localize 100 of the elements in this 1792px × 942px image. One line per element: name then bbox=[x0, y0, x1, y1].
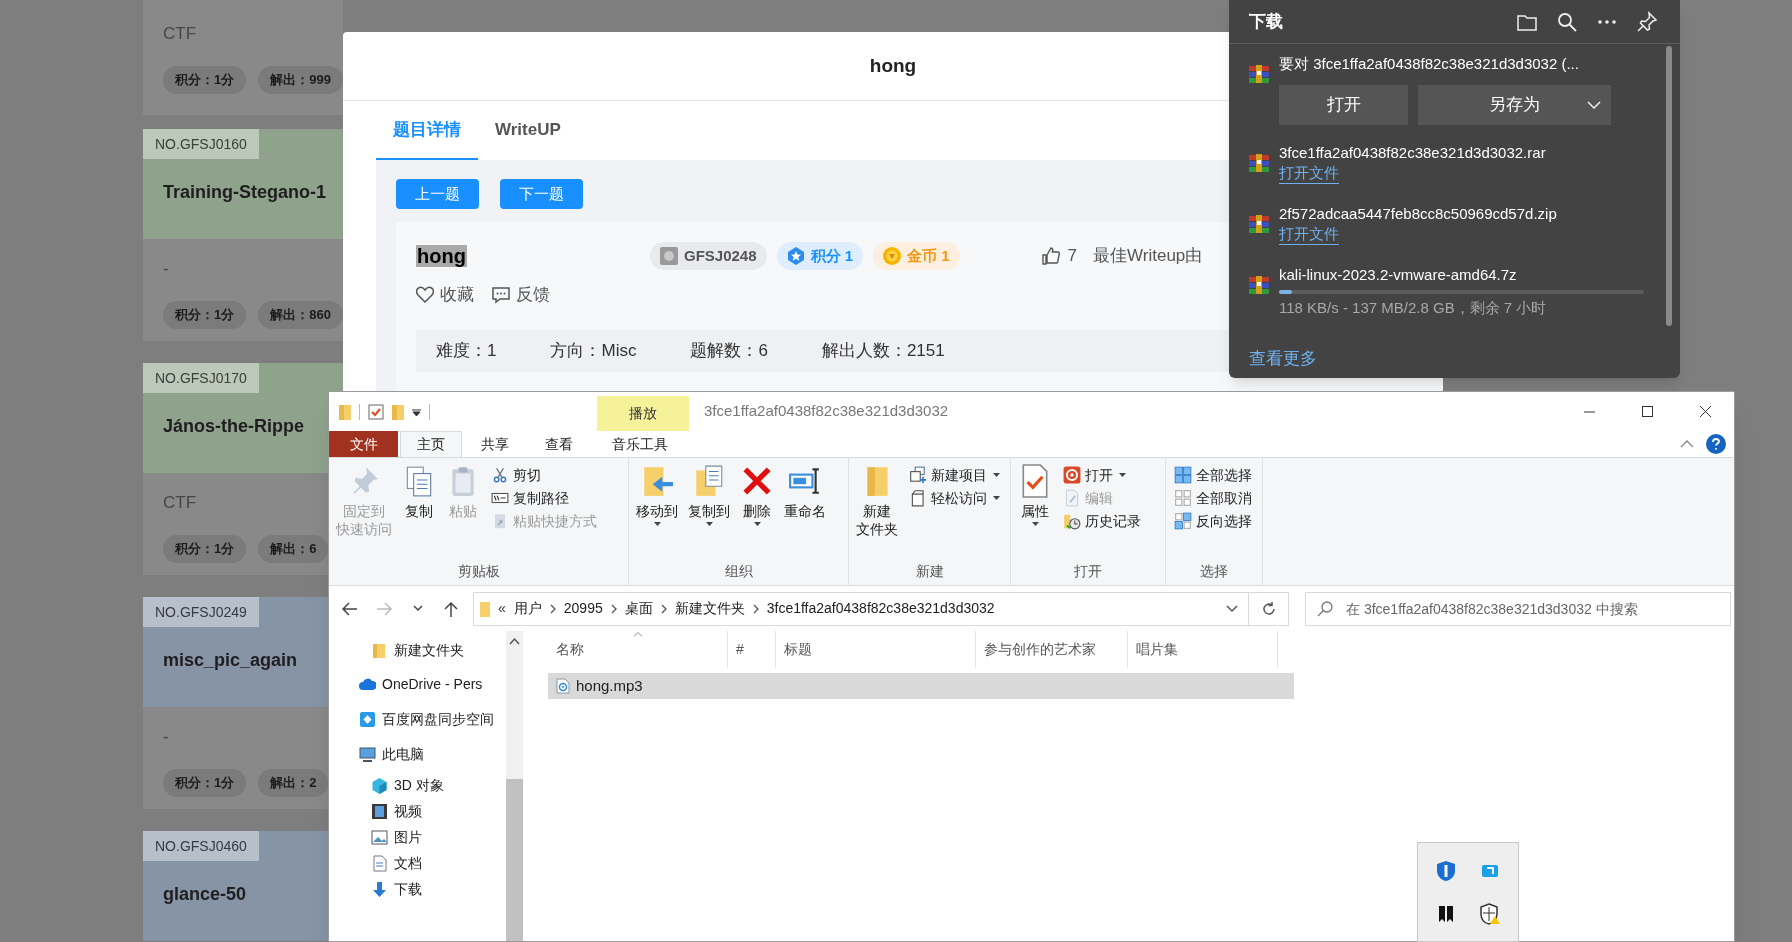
sort-caret-icon bbox=[633, 632, 642, 637]
collapse-ribbon-icon[interactable] bbox=[1680, 440, 1694, 448]
action-link[interactable]: 收藏 bbox=[416, 282, 474, 308]
checkbox-icon[interactable] bbox=[368, 403, 384, 420]
ribbon-button[interactable]: 重命名 bbox=[781, 464, 829, 520]
ribbon-button[interactable]: 删除 bbox=[737, 464, 777, 526]
scissors-icon bbox=[491, 466, 509, 484]
grid-icon bbox=[1174, 466, 1192, 484]
ribbon-button[interactable]: 属性 bbox=[1015, 464, 1055, 526]
ribbon-button[interactable]: 全部取消 bbox=[1174, 487, 1252, 509]
up-arrow-icon[interactable] bbox=[443, 600, 459, 617]
badge: GFSJ0248 bbox=[650, 242, 767, 270]
download-action-button[interactable]: 打开 bbox=[1279, 85, 1408, 125]
back-arrow-icon[interactable] bbox=[341, 600, 357, 617]
checkered-grid-icon bbox=[1174, 512, 1192, 530]
group-label: 新建 bbox=[915, 562, 944, 581]
breadcrumb[interactable]: 新建文件夹 bbox=[674, 598, 745, 619]
overflow-chevron[interactable]: « bbox=[498, 598, 506, 619]
history-icon bbox=[1063, 512, 1081, 530]
nav-item[interactable]: 此电脑 bbox=[329, 737, 506, 772]
category-label: CTF bbox=[163, 23, 198, 45]
nav-item[interactable]: 3D 对象 bbox=[329, 772, 506, 798]
ribbon-button[interactable]: 轻松访问 bbox=[909, 487, 1000, 509]
download-status: 118 KB/s - 137 MB/2.8 GB，剩余 7 小时 bbox=[1279, 298, 1548, 318]
nav-item[interactable]: 图片 bbox=[329, 824, 506, 850]
scrollbar-thumb[interactable] bbox=[506, 779, 523, 941]
column-header[interactable]: 参与创作的艺术家 bbox=[976, 631, 1128, 667]
nav-item[interactable]: 新建文件夹 bbox=[329, 633, 506, 667]
ribbon-button[interactable]: 历史记录 bbox=[1063, 510, 1141, 532]
ribbon-tab[interactable]: 音乐工具 bbox=[594, 431, 686, 457]
ribbon-button[interactable]: 新建项目 bbox=[909, 464, 1000, 486]
caret-icon[interactable] bbox=[412, 407, 421, 416]
ribbon-button[interactable]: 全部选择 bbox=[1174, 464, 1252, 486]
search-icon[interactable] bbox=[1556, 10, 1578, 33]
help-icon[interactable] bbox=[1706, 434, 1726, 454]
ribbon-button[interactable]: 新建 文件夹 bbox=[853, 464, 901, 538]
ribbon-button[interactable]: 复制到 bbox=[685, 464, 733, 526]
ribbon-tab[interactable]: 文件 bbox=[329, 431, 398, 457]
open-file-link[interactable]: 打开文件 bbox=[1279, 163, 1339, 184]
column-header[interactable]: 唱片集 bbox=[1128, 631, 1278, 667]
stat-label: 题解数：6 bbox=[690, 340, 768, 363]
scrollbar-thumb[interactable] bbox=[1666, 46, 1672, 326]
chevron-down-icon[interactable] bbox=[1226, 604, 1238, 613]
nav-item[interactable]: 视频 bbox=[329, 798, 506, 824]
security-warning-icon[interactable] bbox=[1479, 902, 1501, 925]
archive-icon bbox=[1249, 215, 1269, 233]
caret-icon bbox=[653, 522, 661, 526]
new-item-icon bbox=[909, 466, 927, 484]
tab[interactable]: WriteUP bbox=[478, 101, 578, 160]
pin-icon[interactable] bbox=[1636, 10, 1658, 33]
caret-icon bbox=[705, 522, 713, 526]
ribbon-button[interactable]: 剪切 bbox=[491, 464, 597, 486]
search-field[interactable]: 在 3fce1ffa2af0438f82c38e321d3d3032 中搜索 bbox=[1305, 591, 1731, 626]
challenge-number: NO.GFSJ0460 bbox=[143, 831, 259, 861]
column-header[interactable]: 名称 bbox=[548, 631, 728, 667]
nav-item[interactable]: 文档 bbox=[329, 850, 506, 876]
film-icon bbox=[371, 802, 388, 820]
document-icon bbox=[909, 489, 927, 507]
ribbon-button[interactable]: 反向选择 bbox=[1174, 510, 1252, 532]
ribbon-button[interactable]: 复制 bbox=[399, 464, 439, 520]
breadcrumb[interactable]: 20995 bbox=[563, 598, 603, 619]
breadcrumb[interactable]: 桌面 bbox=[624, 598, 653, 619]
action-link[interactable]: 反馈 bbox=[492, 282, 550, 308]
ribbon-button[interactable]: 复制路径 bbox=[491, 487, 597, 509]
group-label: 选择 bbox=[1200, 562, 1228, 581]
refresh-button[interactable] bbox=[1249, 591, 1289, 626]
chevron-right-icon bbox=[549, 603, 556, 614]
challenge-number: NO.GFSJ0249 bbox=[143, 597, 259, 627]
nav-item[interactable]: 百度网盘同步空间 bbox=[329, 702, 506, 737]
ribbon-tab[interactable]: 主页 bbox=[400, 431, 462, 457]
open-file-link[interactable]: 打开文件 bbox=[1279, 224, 1339, 245]
challenge-title: Training-Stegano-1 bbox=[162, 181, 327, 204]
ribbon-button[interactable]: 打开 bbox=[1063, 464, 1141, 486]
ribbon-tab[interactable]: 共享 bbox=[464, 431, 526, 457]
file-row[interactable]: hong.mp3 bbox=[548, 673, 1294, 699]
column-header[interactable]: 标题 bbox=[776, 631, 976, 667]
badge: 积分 1 bbox=[776, 242, 864, 270]
download-action-button[interactable]: 另存为 bbox=[1418, 85, 1611, 125]
group-label: 剪贴板 bbox=[457, 562, 500, 581]
heart-icon bbox=[416, 286, 434, 304]
chevron-down-icon bbox=[1587, 101, 1601, 109]
target-icon bbox=[1063, 466, 1081, 484]
more-link[interactable]: 查看更多 bbox=[1249, 346, 1317, 372]
like-count: 7 bbox=[1067, 245, 1078, 268]
document-icon bbox=[371, 854, 388, 872]
nav-item[interactable]: OneDrive - Pers bbox=[329, 667, 506, 702]
ribbon-button[interactable]: 移动到 bbox=[633, 464, 681, 526]
star-icon bbox=[786, 247, 805, 265]
breadcrumb[interactable]: 用户 bbox=[513, 598, 542, 619]
breadcrumb[interactable]: 3fce1ffa2af0438f82c38e321d3d3032 bbox=[766, 598, 995, 619]
cloud-icon bbox=[359, 676, 376, 693]
column-header[interactable]: # bbox=[728, 631, 776, 667]
caret-icon bbox=[1031, 522, 1039, 526]
caret-icon bbox=[1119, 473, 1126, 477]
caret-icon bbox=[993, 496, 1000, 500]
challenge-number: NO.GFSJ0160 bbox=[143, 129, 259, 159]
ribbon-tab[interactable]: 查看 bbox=[528, 431, 590, 457]
nav-item[interactable]: 下载 bbox=[329, 876, 506, 902]
address-bar[interactable]: « 用户 20995 桌面 新建文件夹 3fce1ffa2af0438f82c38e321d3d3032 bbox=[473, 591, 1249, 626]
shield-icon[interactable] bbox=[1435, 859, 1457, 882]
